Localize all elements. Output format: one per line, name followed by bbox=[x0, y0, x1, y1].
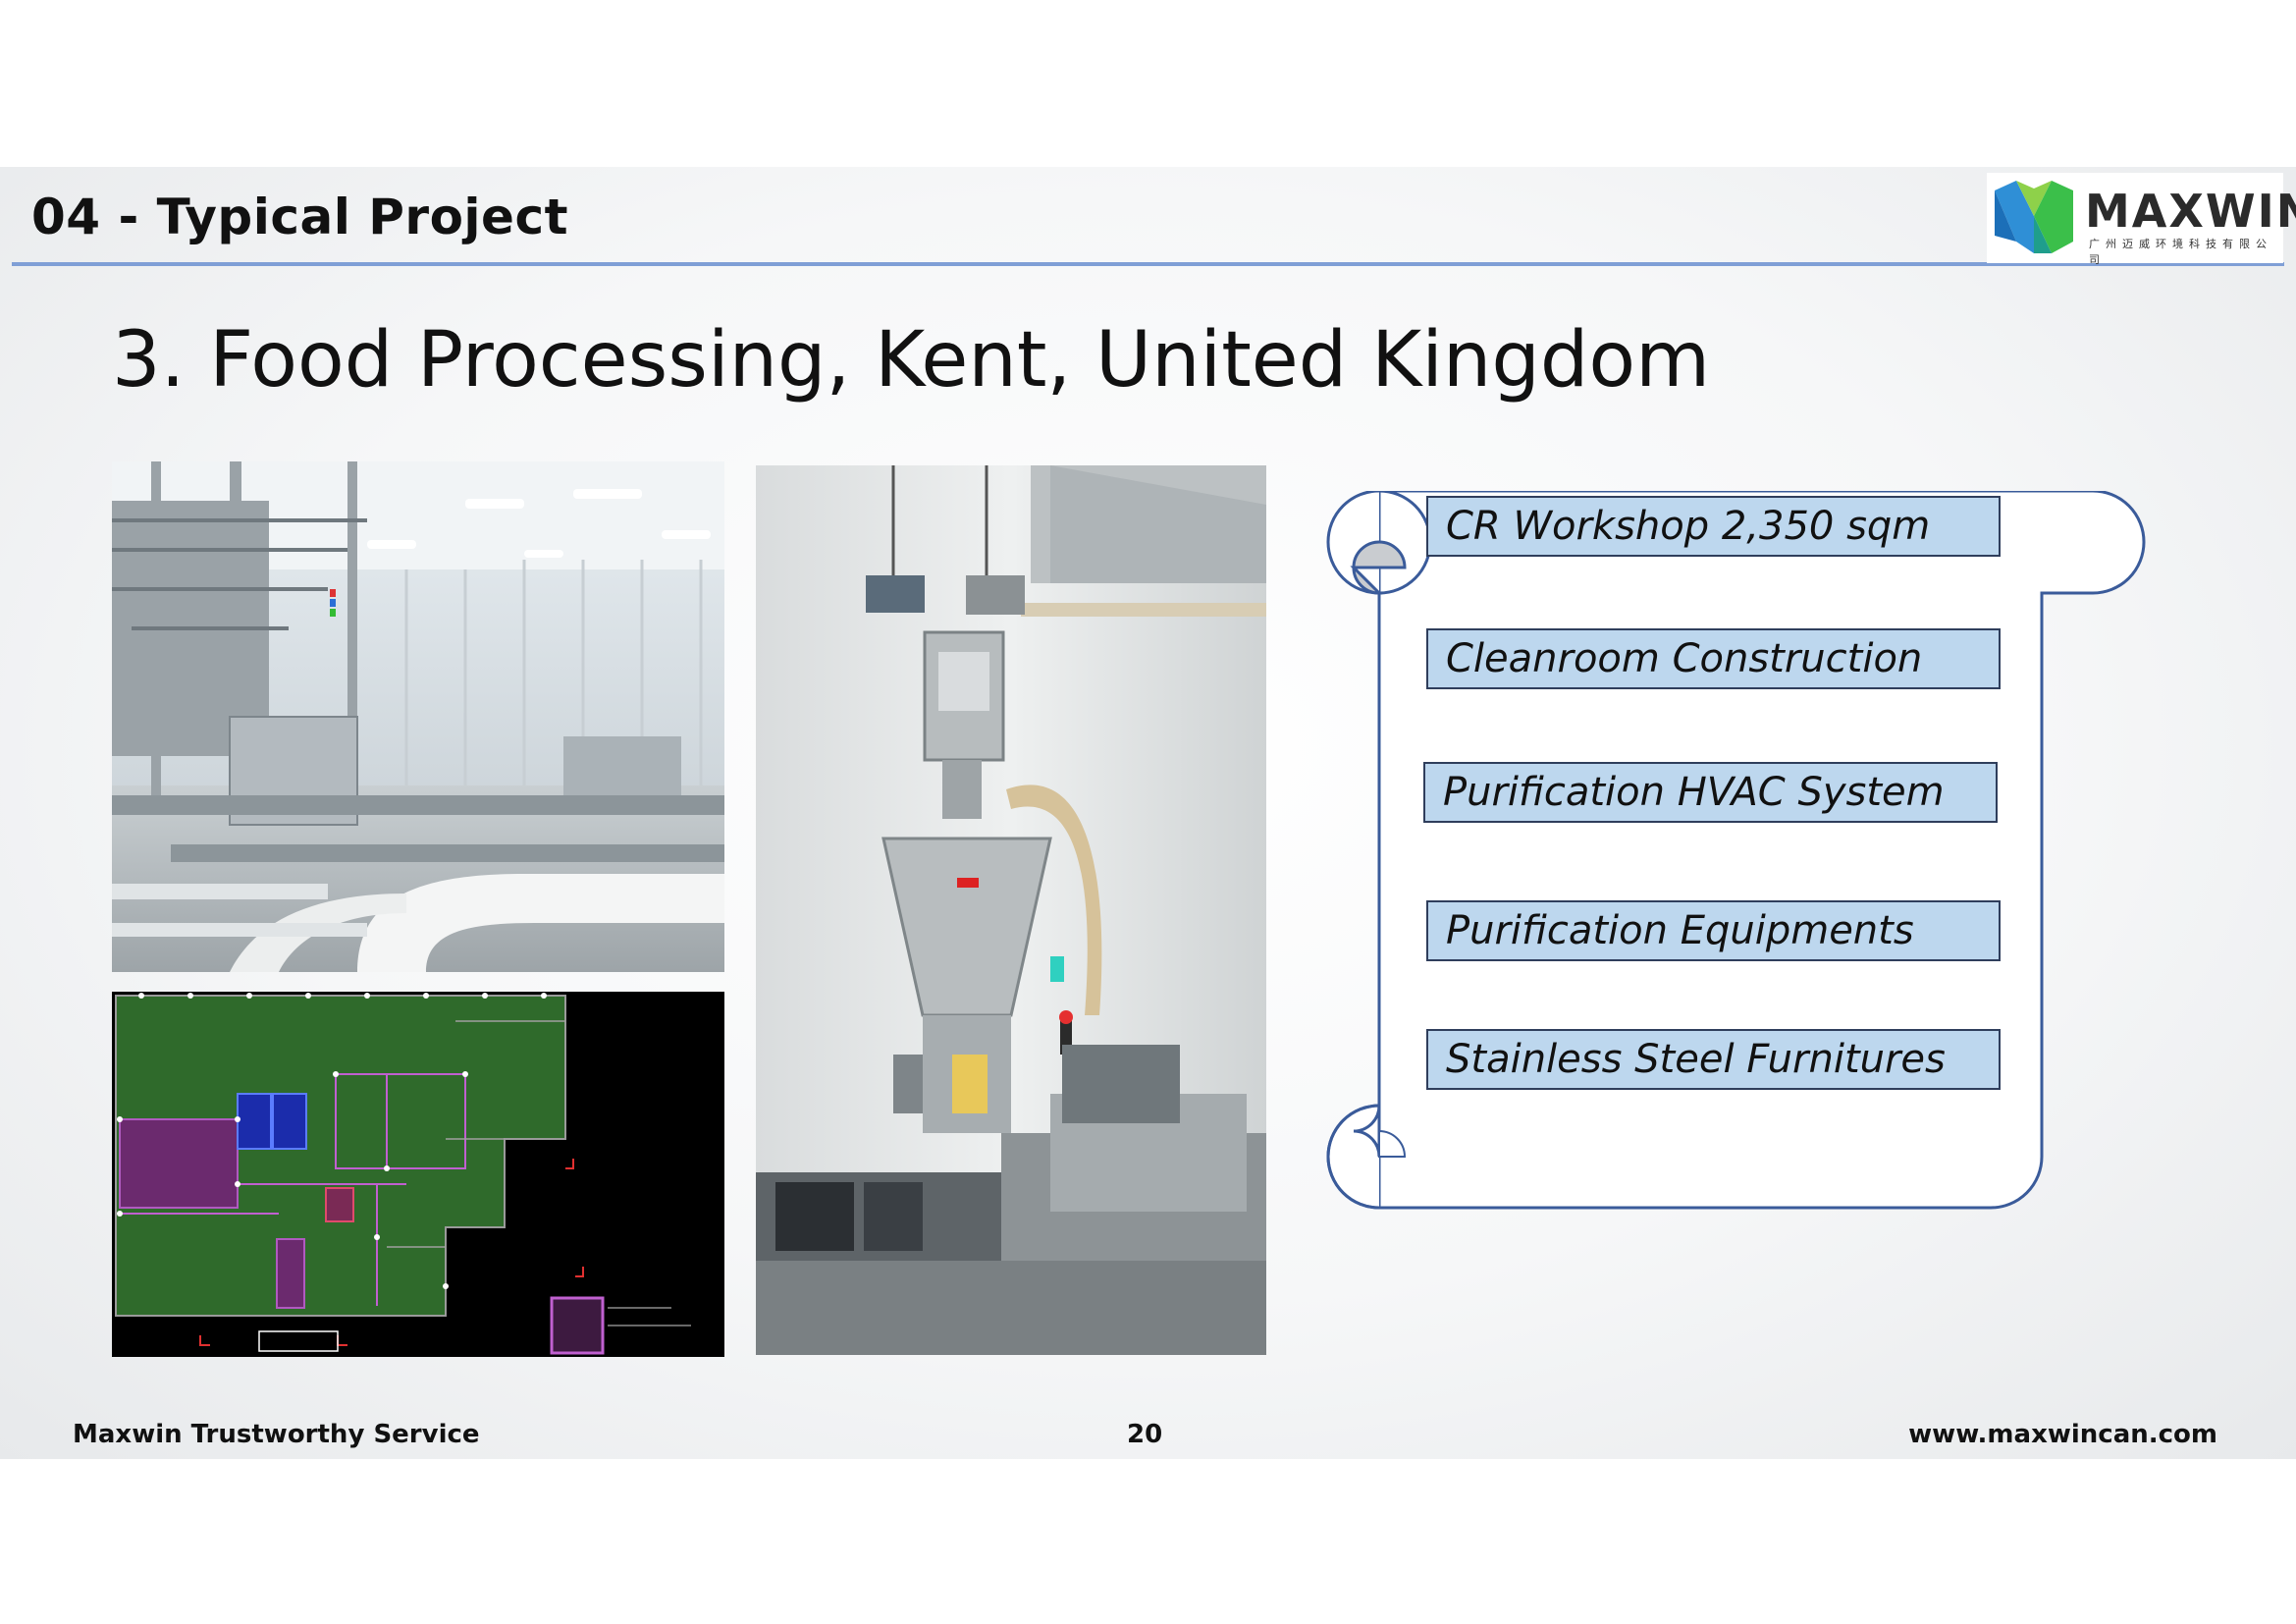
footer-tagline: Maxwin Trustworthy Service bbox=[73, 1420, 480, 1449]
scope-item-cr-workshop: CR Workshop 2,350 sqm bbox=[1426, 496, 2001, 557]
logo-company-name: 广州迈威环境科技有限公司 bbox=[2089, 238, 2272, 266]
maxwin-logo-mark-icon bbox=[1995, 181, 2073, 253]
processing-machine-photo bbox=[756, 465, 1266, 1355]
slide: 04 - Typical Project MAXWIN 广州迈威环境科技有限公司… bbox=[0, 167, 2296, 1459]
scope-item-stainless-furnitures: Stainless Steel Furnitures bbox=[1426, 1029, 2001, 1090]
scope-item-hvac-system: Purification HVAC System bbox=[1423, 762, 1998, 823]
floor-plan-drawing bbox=[112, 992, 724, 1357]
section-title: 04 - Typical Project bbox=[31, 189, 569, 245]
scope-item-purification-equipments: Purification Equipments bbox=[1426, 900, 2001, 961]
footer-website: www.maxwincan.com bbox=[1908, 1420, 2217, 1449]
scope-item-cleanroom-construction: Cleanroom Construction bbox=[1426, 628, 2001, 689]
maxwin-logo: MAXWIN 广州迈威环境科技有限公司 bbox=[1987, 173, 2296, 266]
logo-wordmark: MAXWIN bbox=[2085, 185, 2296, 238]
page-number: 20 bbox=[1127, 1420, 1163, 1449]
page-title: 3. Food Processing, Kent, United Kingdom bbox=[112, 316, 1711, 405]
header-divider bbox=[12, 262, 2284, 266]
production-line-photo bbox=[112, 461, 724, 972]
